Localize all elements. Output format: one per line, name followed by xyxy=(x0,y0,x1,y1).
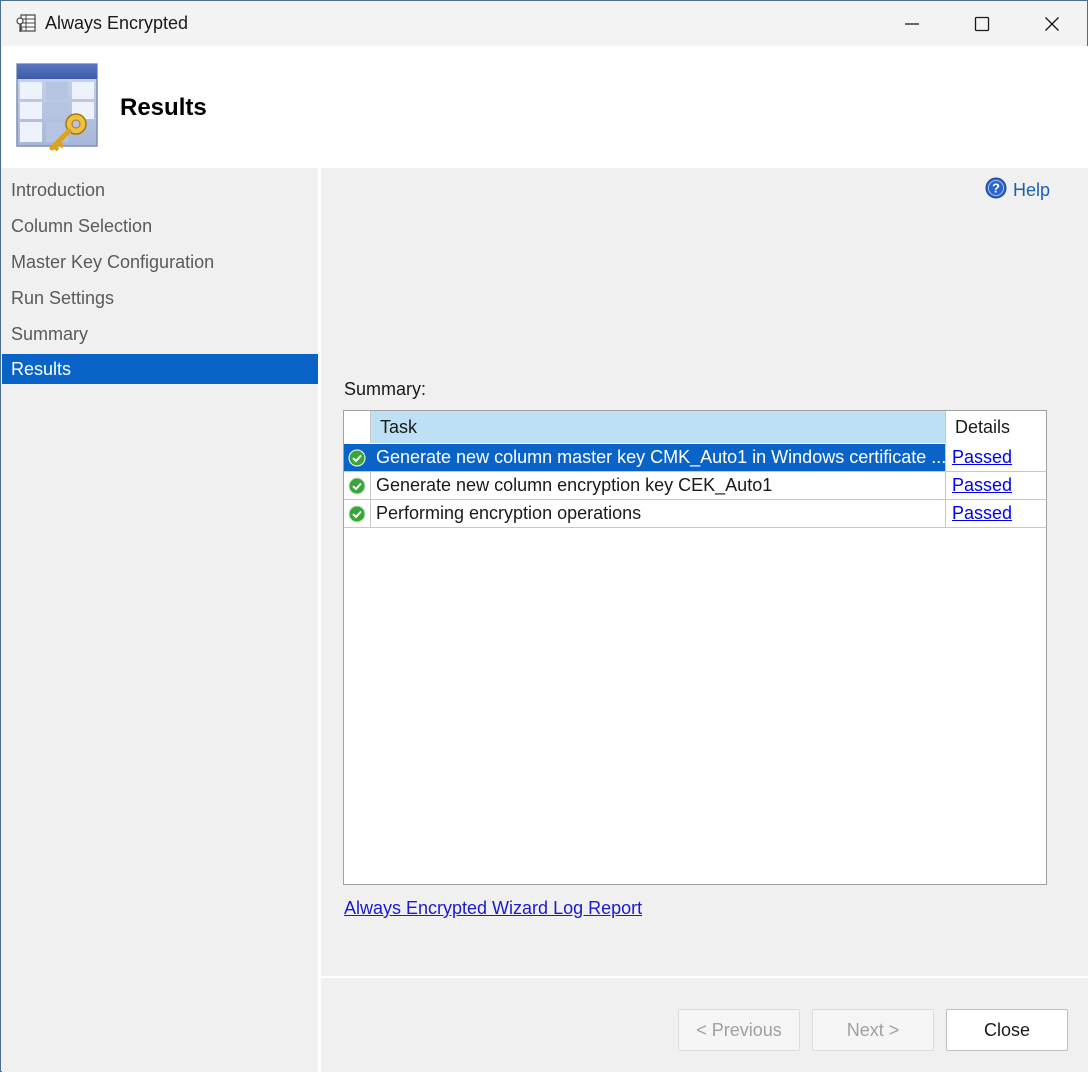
next-button[interactable]: Next > xyxy=(812,1009,934,1051)
wizard-log-report-link[interactable]: Always Encrypted Wizard Log Report xyxy=(344,898,642,919)
row-task: Generate new column master key CMK_Auto1… xyxy=(376,447,945,467)
maximize-icon xyxy=(974,16,990,31)
row-task: Generate new column encryption key CEK_A… xyxy=(376,475,773,495)
app-table-key-icon xyxy=(15,12,37,34)
details-passed-link[interactable]: Passed xyxy=(952,447,1012,467)
wizard-window: Always Encrypted Results Introduction Co… xyxy=(0,0,1088,1072)
window-title: Always Encrypted xyxy=(45,13,189,33)
wizard-nav: Introduction Column Selection Master Key… xyxy=(2,168,318,1072)
details-passed-link[interactable]: Passed xyxy=(952,475,1012,495)
results-panel: ? Help Summary: Task Details Generate ne… xyxy=(321,168,1088,976)
table-row[interactable]: Generate new column master key CMK_Auto1… xyxy=(344,444,1046,472)
header-status-cell xyxy=(344,411,371,443)
results-grid[interactable]: Task Details Generate new column master … xyxy=(343,410,1047,885)
nav-item-results[interactable]: Results xyxy=(2,354,318,384)
wizard-footer: < Previous Next > Close xyxy=(321,978,1088,1072)
minimize-button[interactable] xyxy=(877,1,947,46)
svg-text:?: ? xyxy=(992,180,1000,195)
column-header-task[interactable]: Task xyxy=(371,411,945,443)
previous-button[interactable]: < Previous xyxy=(678,1009,800,1051)
encrypted-table-icon xyxy=(16,62,98,152)
nav-item-summary[interactable]: Summary xyxy=(2,319,318,349)
help-link[interactable]: ? Help xyxy=(985,177,1051,204)
column-header-details[interactable]: Details xyxy=(945,411,1046,443)
row-details: Passed xyxy=(945,472,1046,499)
minimize-icon xyxy=(905,22,919,25)
close-button[interactable]: Close xyxy=(946,1009,1068,1051)
nav-item-column-selection[interactable]: Column Selection xyxy=(2,211,318,241)
help-label: Help xyxy=(1013,179,1051,200)
nav-item-master-key-configuration[interactable]: Master Key Configuration xyxy=(2,247,318,277)
close-icon xyxy=(1045,16,1059,31)
check-success-icon xyxy=(344,472,371,499)
close-window-button[interactable] xyxy=(1017,1,1087,46)
title-bar: Always Encrypted xyxy=(1,1,1087,46)
table-row[interactable]: Performing encryption operations Passed xyxy=(344,500,1046,528)
table-row[interactable]: Generate new column encryption key CEK_A… xyxy=(344,472,1046,500)
nav-item-introduction[interactable]: Introduction xyxy=(2,175,318,205)
row-details: Passed xyxy=(945,444,1046,471)
row-task: Performing encryption operations xyxy=(376,503,642,523)
nav-item-run-settings[interactable]: Run Settings xyxy=(2,283,318,313)
wizard-header: Results xyxy=(2,46,1088,168)
row-details: Passed xyxy=(945,500,1046,527)
summary-label: Summary: xyxy=(344,379,427,399)
grid-header: Task Details xyxy=(344,411,1046,443)
check-success-icon xyxy=(344,444,371,471)
help-icon: ? xyxy=(985,177,1007,204)
details-passed-link[interactable]: Passed xyxy=(952,503,1012,523)
check-success-icon xyxy=(344,500,371,527)
page-title: Results xyxy=(120,94,207,121)
maximize-button[interactable] xyxy=(947,1,1017,46)
